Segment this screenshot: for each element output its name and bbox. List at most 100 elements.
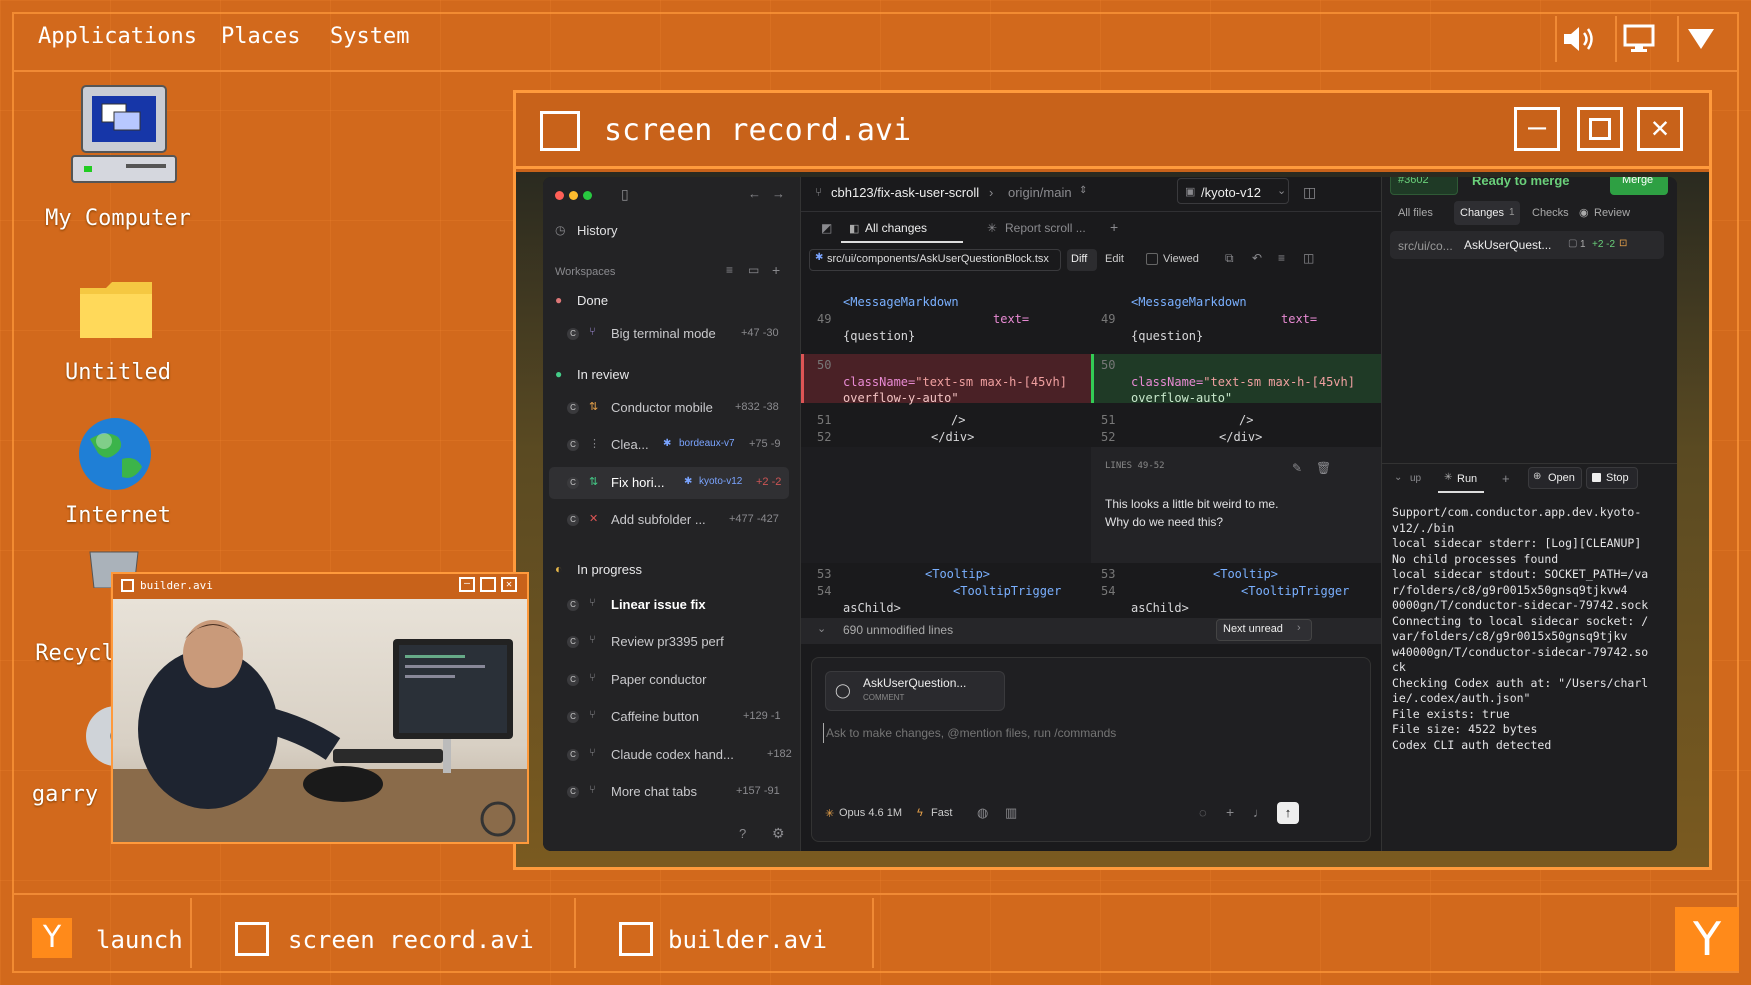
fast-toggle[interactable]: Fast: [931, 807, 952, 819]
collapse-icon[interactable]: ⌄: [1394, 472, 1402, 483]
tab-checks[interactable]: Checks: [1532, 207, 1569, 219]
workspace-item[interactable]: Linear issue fix: [611, 597, 706, 612]
tab-up[interactable]: up: [1410, 473, 1421, 484]
group-in-review[interactable]: In review: [577, 367, 629, 382]
x-status-icon: ✕: [589, 513, 599, 525]
tab-report[interactable]: Report scroll ...: [1005, 221, 1086, 235]
chevron-right-icon: ›: [989, 185, 994, 200]
map-icon[interactable]: ▥: [1005, 805, 1017, 821]
microphone-icon[interactable]: ♩: [1253, 805, 1266, 820]
terminal-output[interactable]: Support/com.conductor.app.dev.kyoto- v12…: [1392, 505, 1672, 752]
panel-toggle-icon[interactable]: ◫: [1303, 184, 1316, 201]
group-done[interactable]: Done: [577, 293, 608, 308]
folder-plus-icon[interactable]: ▭: [748, 263, 759, 277]
speaker-icon[interactable]: [1555, 16, 1601, 62]
window-checkbox-icon[interactable]: [540, 111, 580, 151]
split-view-icon[interactable]: ◫: [1303, 251, 1314, 265]
stop-label: Stop: [1606, 472, 1629, 484]
menu-lines-icon[interactable]: ≡: [1278, 251, 1285, 265]
add-workspace-icon[interactable]: +: [772, 262, 780, 278]
trash-icon[interactable]: 🗑: [1316, 461, 1331, 475]
target-branch[interactable]: origin/main: [1008, 185, 1072, 200]
close-button[interactable]: ✕: [1637, 107, 1683, 151]
terminal-line: Connecting to local sidecar socket: /: [1392, 613, 1649, 628]
filter-icon[interactable]: ≡: [726, 263, 733, 277]
taskbar-item-screen-record[interactable]: screen record.avi: [288, 926, 534, 954]
comment-bubble-icon: ◯: [835, 682, 851, 698]
traffic-close[interactable]: [555, 191, 564, 200]
monitor-icon[interactable]: [1615, 16, 1661, 62]
corner-y-logo-icon[interactable]: Y: [1675, 907, 1739, 971]
workspace-item[interactable]: Add subfolder ...: [611, 512, 706, 527]
group-in-progress[interactable]: In progress: [577, 562, 642, 577]
branch-name[interactable]: cbh123/fix-ask-user-scroll: [831, 185, 979, 200]
viewed-label: Viewed: [1163, 253, 1199, 265]
back-arrow-icon[interactable]: ←: [748, 186, 761, 201]
workspace-item[interactable]: Clea...: [611, 437, 649, 452]
launch-y-icon[interactable]: Y: [32, 918, 72, 958]
workspace-item[interactable]: Conductor mobile: [611, 400, 713, 415]
triangle-down-icon[interactable]: [1677, 16, 1723, 62]
gear-icon[interactable]: ⚙: [772, 825, 785, 842]
tab-review[interactable]: Review: [1594, 207, 1630, 219]
workspace-item[interactable]: Claude codex hand...: [611, 747, 734, 762]
brain-icon[interactable]: ◍: [977, 805, 988, 821]
pencil-icon[interactable]: ✎: [1292, 461, 1302, 475]
sidebar: ▯ ← → ◷ History Workspaces ≡ ▭ + ● Done …: [543, 177, 801, 851]
chat-input[interactable]: [823, 723, 1353, 743]
ready-to-merge: Ready to merge: [1472, 177, 1570, 188]
sort-icon[interactable]: ⇕: [1079, 185, 1087, 196]
workspace-item[interactable]: More chat tabs: [611, 784, 697, 799]
workspace-item[interactable]: Paper conductor: [611, 672, 706, 687]
traffic-minimize[interactable]: [569, 191, 578, 200]
model-selector[interactable]: Opus 4.6 1M: [839, 807, 902, 819]
chevron-down-icon[interactable]: ⌄: [1277, 184, 1286, 197]
send-button[interactable]: ↑: [1277, 802, 1299, 824]
workspace-item[interactable]: Big terminal mode: [611, 326, 716, 341]
workspace-stat: +157 -91: [736, 785, 780, 797]
line-number: 51: [1101, 413, 1116, 427]
viewed-checkbox[interactable]: [1146, 253, 1158, 265]
add-tab-icon[interactable]: +: [1110, 219, 1118, 235]
workspace-item-selected[interactable]: Fix hori...: [611, 475, 664, 490]
builder-close-button[interactable]: ✕: [501, 577, 517, 592]
comment-icon: ▢: [1568, 238, 1578, 249]
sidebar-toggle-icon[interactable]: ▯: [621, 186, 629, 203]
added-line-marker: [1091, 354, 1094, 403]
forward-arrow-icon[interactable]: →: [772, 186, 785, 201]
workspace-item[interactable]: Caffeine button: [611, 709, 699, 724]
workspace-item[interactable]: Review pr3395 perf: [611, 634, 724, 649]
undo-icon[interactable]: ↶: [1252, 251, 1262, 265]
computer-icon[interactable]: [70, 84, 180, 193]
chat-icon[interactable]: ◩: [821, 221, 832, 235]
menu-applications[interactable]: Applications: [38, 24, 197, 49]
launch-button[interactable]: launch: [96, 926, 183, 954]
edit-toggle[interactable]: Edit: [1105, 253, 1124, 265]
history-link[interactable]: History: [577, 223, 617, 238]
taskbar-separator: [872, 898, 874, 968]
add-attachment-icon[interactable]: +: [1226, 804, 1234, 820]
minimize-button[interactable]: —: [1514, 107, 1560, 151]
builder-checkbox-icon[interactable]: [121, 579, 134, 592]
line-number: 52: [817, 430, 832, 444]
add-terminal-icon[interactable]: +: [1502, 471, 1510, 486]
taskbar-window-icon: [619, 922, 653, 956]
traffic-zoom[interactable]: [583, 191, 592, 200]
globe-icon[interactable]: [76, 415, 154, 497]
menu-system[interactable]: System: [330, 24, 409, 49]
expand-chevron-icon[interactable]: ⌄: [817, 622, 826, 635]
copy-icon[interactable]: ⧉: [1225, 251, 1234, 266]
line-number: 49: [817, 312, 832, 326]
git-branch-icon: ⑂: [589, 672, 596, 684]
help-icon[interactable]: ?: [739, 826, 746, 841]
folder-icon[interactable]: [78, 278, 154, 346]
builder-minimize-button[interactable]: –: [459, 577, 475, 592]
tab-all-files[interactable]: All files: [1398, 207, 1433, 219]
maximize-button[interactable]: [1577, 107, 1623, 151]
conductor-app: ▯ ← → ◷ History Workspaces ≡ ▭ + ● Done …: [543, 177, 1677, 851]
taskbar-item-builder[interactable]: builder.avi: [668, 926, 827, 954]
menu-places[interactable]: Places: [221, 24, 300, 49]
workspace-stat: +75 -9: [749, 438, 781, 450]
disc-icon[interactable]: [76, 706, 146, 770]
builder-maximize-button[interactable]: [480, 577, 496, 592]
